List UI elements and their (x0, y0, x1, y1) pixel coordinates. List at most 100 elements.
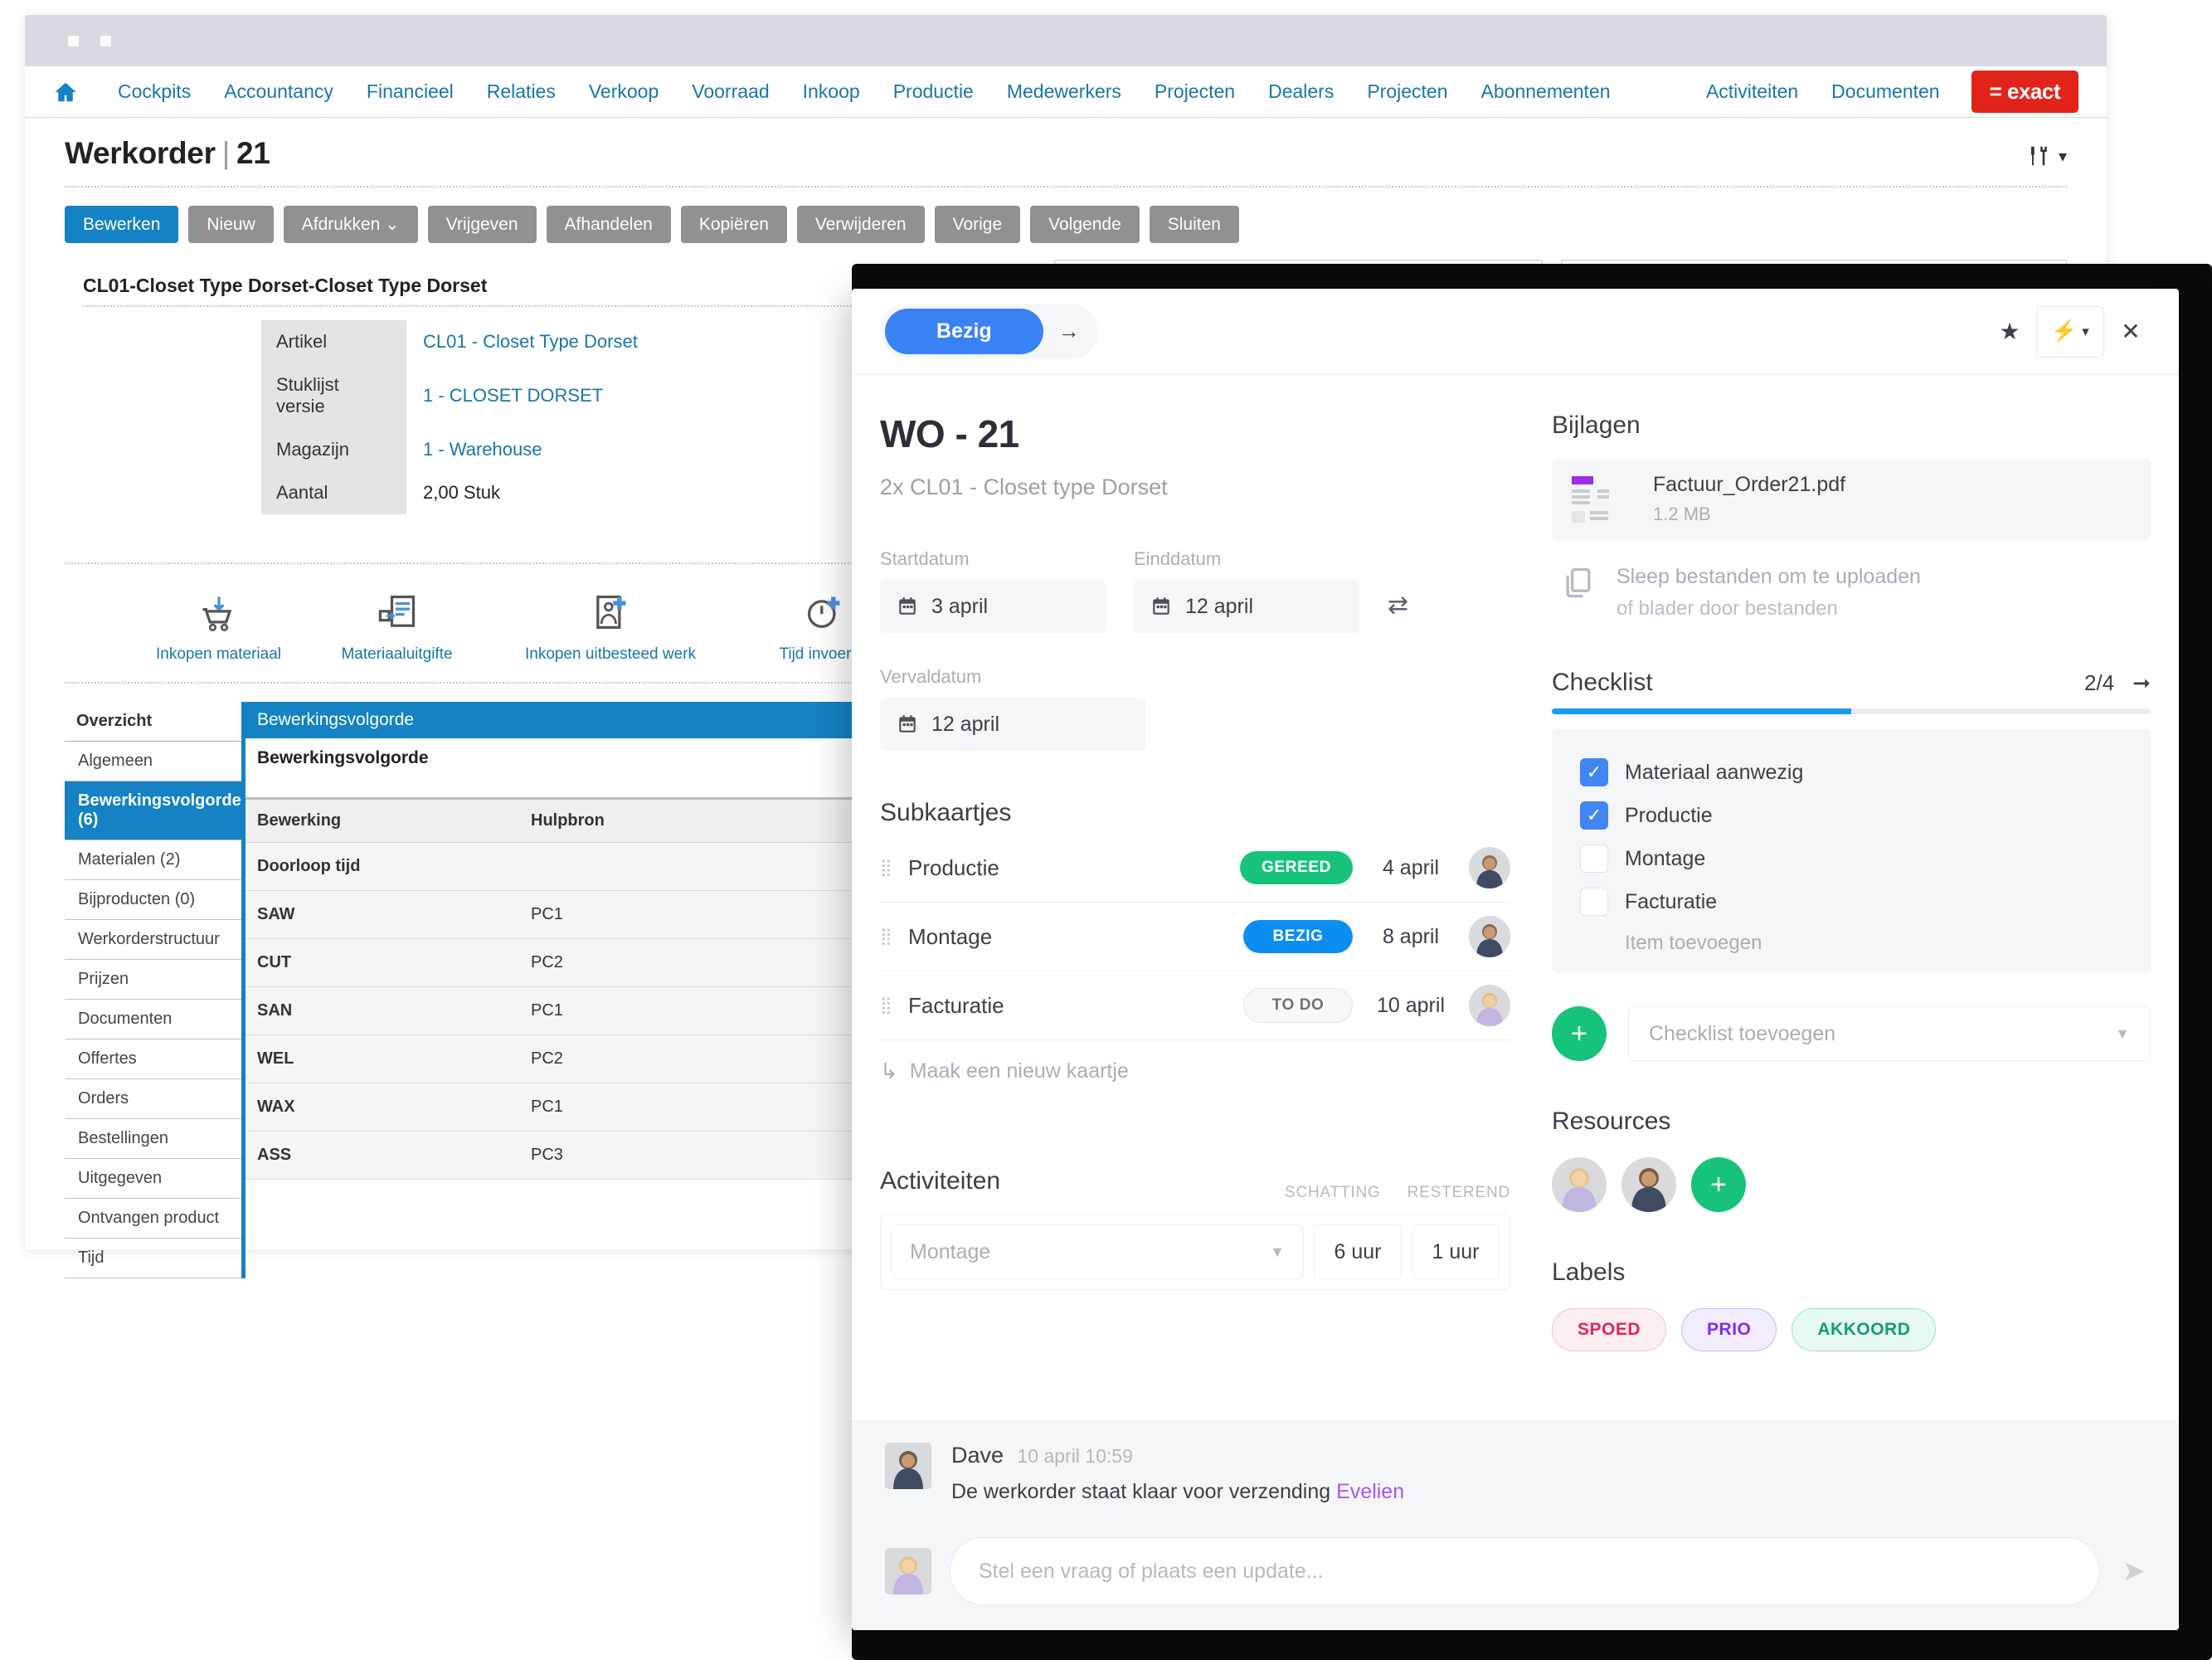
sidebar-item-offertes[interactable]: Offertes (65, 1039, 241, 1079)
close-icon[interactable]: ✕ (2111, 312, 2151, 352)
send-icon[interactable]: ➤ (2117, 1555, 2146, 1588)
label-chip-spoed[interactable]: SPOED (1552, 1308, 1667, 1351)
avatar[interactable] (1469, 985, 1510, 1026)
card-toolbar: Bezig → ★ ⚡ ▾ ✕ (852, 289, 2179, 375)
avatar[interactable] (1469, 916, 1510, 957)
drag-handle-icon[interactable]: ⣿ (880, 928, 908, 945)
nav-item-medewerkers[interactable]: Medewerkers (990, 80, 1138, 103)
sidebar-item-materialen[interactable]: Materialen (2) (65, 840, 241, 880)
status-badge-bezig[interactable]: BEZIG (1243, 920, 1353, 953)
star-icon[interactable]: ★ (1990, 312, 2030, 352)
checklist-item-productie[interactable]: ✓ Productie (1580, 794, 2122, 837)
file-drop-zone[interactable]: Sleep bestanden om te uploaden of blader… (1552, 540, 2151, 630)
arrow-right-icon[interactable]: ➞ (2132, 670, 2151, 696)
sidebar-item-tijd[interactable]: Tijd (65, 1239, 241, 1278)
sidebar-item-bijproducten[interactable]: Bijproducten (0) (65, 880, 241, 920)
sidebar-item-documenten[interactable]: Documenten (65, 1000, 241, 1039)
sidebar-item-werkorderstructuur[interactable]: Werkorderstructuur (65, 920, 241, 960)
attachment-item[interactable]: Factuur_Order21.pdf 1.2 MB (1552, 458, 2151, 540)
status-pill-bezig[interactable]: Bezig (885, 309, 1043, 354)
lightning-menu-button[interactable]: ⚡ ▾ (2036, 305, 2104, 358)
afhandelen-button[interactable]: Afhandelen (546, 206, 671, 243)
nav-item-projecten-2[interactable]: Projecten (1350, 80, 1464, 103)
checklist-add-item[interactable]: Item toevoegen (1580, 923, 2122, 955)
vorige-button[interactable]: Vorige (934, 206, 1021, 243)
checkbox-icon[interactable] (1580, 888, 1608, 916)
new-subcard-row[interactable]: ↳ Maak een nieuw kaartje (880, 1040, 1510, 1084)
nieuw-button[interactable]: Nieuw (188, 206, 274, 243)
checklist-item-materiaal-aanwezig[interactable]: ✓ Materiaal aanwezig (1580, 751, 2122, 794)
due-date-input[interactable]: 12 april (880, 698, 1145, 751)
add-checklist-button[interactable]: + (1552, 1006, 1607, 1061)
add-resource-button[interactable]: + (1691, 1157, 1746, 1212)
drag-handle-icon[interactable]: ⣿ (880, 997, 908, 1014)
nav-item-projecten[interactable]: Projecten (1138, 80, 1252, 103)
nav-item-inkoop[interactable]: Inkoop (786, 80, 877, 103)
sidebar-item-orders[interactable]: Orders (65, 1079, 241, 1119)
detail-value-stuklijst-versie[interactable]: 1 - CLOSET DORSET (406, 374, 620, 417)
home-icon[interactable] (53, 80, 78, 105)
verwijderen-button[interactable]: Verwijderen (796, 206, 925, 243)
checklist-item-montage[interactable]: Montage (1580, 837, 2122, 880)
sidebar-item-ontvangen-product[interactable]: Ontvangen product (65, 1199, 241, 1239)
sluiten-button[interactable]: Sluiten (1149, 206, 1239, 243)
subcard-row-facturatie[interactable]: ⣿ Facturatie TO DO 10 april (880, 971, 1510, 1040)
sidebar-item-bestellingen[interactable]: Bestellingen (65, 1119, 241, 1159)
start-date-input[interactable]: 3 april (880, 580, 1106, 633)
comment-input[interactable]: Stel een vraag of plaats een update... (950, 1537, 2099, 1605)
nav-item-documenten[interactable]: Documenten (1815, 80, 1956, 103)
comment-mention[interactable]: Evelien (1336, 1480, 1404, 1503)
checkbox-icon[interactable] (1580, 845, 1608, 873)
nav-item-financieel[interactable]: Financieel (350, 80, 470, 103)
kopieren-button[interactable]: Kopiëren (680, 206, 787, 243)
tools-menu-icon[interactable]: ▾ (2027, 136, 2067, 168)
checkbox-icon[interactable]: ✓ (1580, 801, 1608, 830)
label-chip-prio[interactable]: PRIO (1681, 1308, 1777, 1351)
sidebar-item-algemeen[interactable]: Algemeen (65, 742, 241, 781)
activity-estimate[interactable]: 6 uur (1314, 1224, 1402, 1279)
attachments-title: Bijlagen (1552, 411, 1641, 439)
nav-item-abonnementen[interactable]: Abonnementen (1465, 80, 1627, 103)
nav-item-relaties[interactable]: Relaties (470, 80, 572, 103)
afdrukken-button[interactable]: Afdrukken ⌄ (283, 206, 418, 243)
bewerken-button[interactable]: Bewerken (65, 206, 179, 243)
nav-item-productie[interactable]: Productie (877, 80, 990, 103)
nav-item-cockpits[interactable]: Cockpits (101, 80, 207, 103)
volgende-button[interactable]: Volgende (1030, 206, 1140, 243)
detail-value-magazijn[interactable]: 1 - Warehouse (406, 428, 558, 471)
avatar[interactable] (885, 1548, 931, 1594)
sidebar-item-uitgegeven[interactable]: Uitgegeven (65, 1159, 241, 1199)
action-inkopen-uitbesteed-werk[interactable]: Inkopen uitbesteed werk (486, 587, 735, 664)
label-chip-akkoord[interactable]: AKKOORD (1791, 1308, 1937, 1351)
subcard-row-montage[interactable]: ⣿ Montage BEZIG 8 april (880, 903, 1510, 971)
avatar[interactable] (1469, 847, 1510, 888)
avatar[interactable] (1621, 1157, 1676, 1212)
activity-remaining[interactable]: 1 uur (1412, 1224, 1500, 1279)
nav-item-voorraad[interactable]: Voorraad (675, 80, 785, 103)
end-date-input[interactable]: 12 april (1134, 580, 1359, 633)
cell-bewerking: SAN (246, 986, 519, 1035)
subcard-row-productie[interactable]: ⣿ Productie GEREED 4 april (880, 834, 1510, 903)
checklist-select[interactable]: Checklist toevoegen ▼ (1628, 1006, 2151, 1061)
status-badge-todo[interactable]: TO DO (1243, 988, 1353, 1023)
drop-line-2[interactable]: of blader door bestanden (1616, 597, 1921, 621)
status-badge-gereed[interactable]: GEREED (1240, 851, 1353, 884)
nav-item-dealers[interactable]: Dealers (1252, 80, 1350, 103)
nav-item-activiteiten[interactable]: Activiteiten (1689, 80, 1815, 103)
nav-item-accountancy[interactable]: Accountancy (207, 80, 350, 103)
action-materiaaluitgifte[interactable]: Materiaaluitgifte (308, 587, 486, 664)
sidebar-item-prijzen[interactable]: Prijzen (65, 960, 241, 1000)
nav-item-verkoop[interactable]: Verkoop (572, 80, 675, 103)
checkbox-icon[interactable]: ✓ (1580, 758, 1608, 786)
swap-dates-icon[interactable]: ⇄ (1388, 591, 1408, 633)
activity-select[interactable]: Montage ▼ (891, 1224, 1304, 1279)
drag-handle-icon[interactable]: ⣿ (880, 859, 908, 876)
avatar[interactable] (885, 1443, 931, 1489)
sidebar-item-bewerkingsvolgorde[interactable]: Bewerkingsvolgorde (6) (65, 781, 241, 840)
avatar[interactable] (1552, 1157, 1607, 1212)
detail-value-artikel[interactable]: CL01 - Closet Type Dorset (406, 320, 654, 363)
action-inkopen-materiaal[interactable]: Inkopen materiaal (129, 587, 308, 664)
arrow-right-icon[interactable]: → (1052, 319, 1087, 344)
checklist-item-facturatie[interactable]: Facturatie (1580, 880, 2122, 923)
vrijgeven-button[interactable]: Vrijgeven (427, 206, 537, 243)
